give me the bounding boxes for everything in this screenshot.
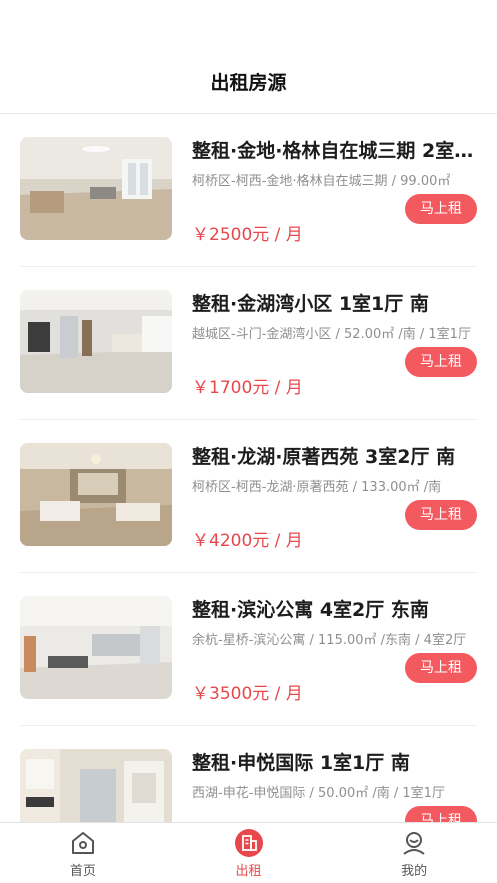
tab-mine[interactable]: 我的 bbox=[331, 823, 497, 883]
rent-now-button[interactable]: 马上租 bbox=[405, 653, 477, 683]
listing-photo[interactable] bbox=[20, 596, 172, 699]
page-title: 出租房源 bbox=[210, 72, 287, 94]
tab-rent[interactable]: 出租 bbox=[166, 823, 332, 883]
list-item[interactable]: 整租·金湖湾小区 1室1厅 南 越城区-斗门-金湖湾小区 / 52.00㎡ /南… bbox=[20, 267, 477, 420]
listing-price: ￥4200元 / 月 bbox=[192, 531, 303, 551]
tab-home-label: 首页 bbox=[69, 864, 96, 879]
listing-details: 西湖-申花-申悦国际 / 50.00㎡ /南 / 1室1厅 bbox=[192, 786, 445, 801]
building-icon bbox=[234, 829, 263, 857]
listing-photo[interactable] bbox=[20, 290, 172, 393]
listing-details: 余杭-星桥-滨沁公寓 / 115.00㎡ /东南 / 4室2厅 bbox=[192, 633, 467, 648]
listing-price: ￥1700元 / 月 bbox=[192, 378, 303, 398]
tab-home[interactable]: 首页 bbox=[0, 823, 166, 883]
listing-price: ￥3500元 / 月 bbox=[192, 684, 303, 704]
listing-photo[interactable] bbox=[20, 749, 172, 822]
home-icon bbox=[69, 829, 97, 857]
list-item[interactable]: 整租·金地·格林自在城三期 2室1厅 柯桥区-柯西-金地·格林自在城三期 / 9… bbox=[20, 114, 477, 267]
tab-rent-label: 出租 bbox=[235, 864, 262, 879]
listing-title[interactable]: 整租·申悦国际 1室1厅 南 bbox=[192, 748, 477, 775]
listing-title[interactable]: 整租·龙湖·原著西苑 3室2厅 南 bbox=[192, 442, 477, 469]
listing-details: 越城区-斗门-金湖湾小区 / 52.00㎡ /南 / 1室1厅 bbox=[192, 327, 471, 342]
rent-now-button[interactable]: 马上租 bbox=[405, 194, 477, 224]
bottom-tab-bar: 首页 出租 我的 bbox=[0, 822, 497, 883]
listing-title[interactable]: 整租·金湖湾小区 1室1厅 南 bbox=[192, 289, 477, 316]
listing-photo[interactable] bbox=[20, 137, 172, 240]
listing-price: ￥2500元 / 月 bbox=[192, 225, 303, 245]
listing-details: 柯桥区-柯西-金地·格林自在城三期 / 99.00㎡ bbox=[192, 174, 451, 189]
rent-now-button[interactable]: 马上租 bbox=[405, 806, 477, 822]
listing-title[interactable]: 整租·滨沁公寓 4室2厅 东南 bbox=[192, 595, 477, 622]
listing-photo[interactable] bbox=[20, 443, 172, 546]
tab-mine-label: 我的 bbox=[401, 864, 428, 879]
list-item[interactable]: 整租·滨沁公寓 4室2厅 东南 余杭-星桥-滨沁公寓 / 115.00㎡ /东南… bbox=[20, 573, 477, 726]
list-item[interactable]: 整租·龙湖·原著西苑 3室2厅 南 柯桥区-柯西-龙湖·原著西苑 / 133.0… bbox=[20, 420, 477, 573]
listing-list[interactable]: 整租·金地·格林自在城三期 2室1厅 柯桥区-柯西-金地·格林自在城三期 / 9… bbox=[0, 114, 497, 822]
rent-now-button[interactable]: 马上租 bbox=[405, 500, 477, 530]
list-item[interactable]: 整租·申悦国际 1室1厅 南 西湖-申花-申悦国际 / 50.00㎡ /南 / … bbox=[20, 726, 477, 822]
user-icon bbox=[400, 829, 428, 857]
top-bar: 出租房源 bbox=[0, 0, 497, 114]
listing-title[interactable]: 整租·金地·格林自在城三期 2室1厅 bbox=[192, 136, 477, 163]
listing-details: 柯桥区-柯西-龙湖·原著西苑 / 133.00㎡ /南 bbox=[192, 480, 442, 495]
rent-now-button[interactable]: 马上租 bbox=[405, 347, 477, 377]
